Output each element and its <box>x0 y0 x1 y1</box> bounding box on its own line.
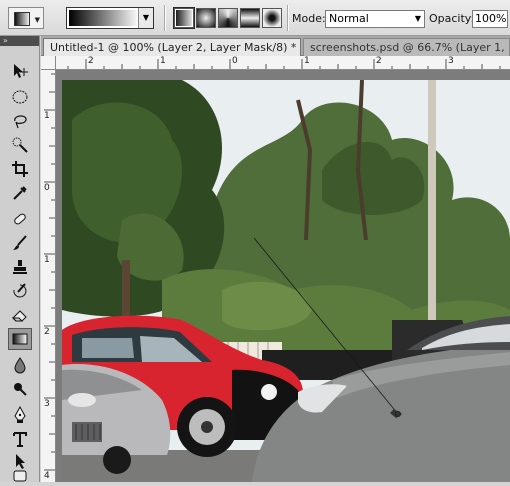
reflected-gradient-button[interactable] <box>240 8 260 28</box>
radial-gradient-button[interactable] <box>196 8 216 28</box>
eyedropper-icon[interactable] <box>8 182 32 204</box>
gradient-picker[interactable]: ▼ <box>66 7 154 29</box>
quick-selection-icon[interactable] <box>8 134 32 156</box>
angle-gradient-button[interactable] <box>218 8 238 28</box>
ruler-vertical[interactable]: 1 0 1 2 3 4 <box>41 70 56 482</box>
ruler-label: 3 <box>448 56 454 66</box>
lasso-icon[interactable] <box>8 110 32 132</box>
separator <box>287 5 289 31</box>
toolbox: » <box>0 36 40 482</box>
blur-icon[interactable] <box>8 354 32 376</box>
toolbox-collapse[interactable]: » <box>0 36 39 46</box>
eraser-icon[interactable] <box>8 304 32 326</box>
ruler-label: 1 <box>304 56 310 66</box>
ruler-label: 0 <box>44 183 50 193</box>
tab-screenshots-psd[interactable]: screenshots.psd @ 66.7% (Layer 1, RGB <box>303 38 510 56</box>
options-bar: ▼ ▼ Mode: Normal ▼ Opacity: 100% <box>0 0 510 36</box>
chevron-down-icon: ▼ <box>34 16 40 24</box>
chevron-down-icon: ▼ <box>414 14 421 23</box>
diamond-gradient-button[interactable] <box>262 8 282 28</box>
ruler-label: 1 <box>44 111 50 121</box>
ruler-label: 1 <box>160 56 166 66</box>
ruler-label: 2 <box>44 327 50 337</box>
mode-select[interactable]: Normal ▼ <box>325 10 425 28</box>
opacity-input[interactable]: 100% <box>472 10 508 28</box>
tab-label: screenshots.psd @ 66.7% (Layer 1, RGB <box>310 41 510 54</box>
chevron-down-icon[interactable]: ▼ <box>138 8 153 28</box>
ruler-label: 0 <box>232 56 238 66</box>
clone-stamp-icon[interactable] <box>8 256 32 278</box>
ruler-label: 4 <box>44 471 50 481</box>
ruler-label: 2 <box>376 56 382 66</box>
tab-label: Untitled-1 @ 100% (Layer 2, Layer Mask/8… <box>50 41 297 54</box>
ruler-label: 3 <box>44 399 50 409</box>
ruler-corner[interactable] <box>41 56 56 70</box>
tab-untitled-1[interactable]: Untitled-1 @ 100% (Layer 2, Layer Mask/8… <box>43 38 301 56</box>
gradient-preview <box>69 10 139 26</box>
canvas-image[interactable] <box>62 80 510 482</box>
rectangle-shape-icon[interactable] <box>8 464 32 486</box>
type-icon[interactable] <box>8 428 32 450</box>
history-brush-icon[interactable] <box>8 280 32 302</box>
move-tool-icon[interactable] <box>8 60 32 82</box>
gradient-tool-icon <box>14 12 30 26</box>
mode-value: Normal <box>329 12 369 25</box>
tool-preset-picker[interactable]: ▼ <box>8 7 44 29</box>
pen-icon[interactable] <box>8 404 32 426</box>
separator <box>164 5 166 31</box>
dodge-icon[interactable] <box>8 378 32 400</box>
linear-gradient-button[interactable] <box>173 7 195 29</box>
document-canvas[interactable] <box>56 70 510 482</box>
gradient-tool-icon[interactable] <box>8 328 32 350</box>
ruler-label: 1 <box>44 255 50 265</box>
ruler-label: 2 <box>88 56 94 66</box>
crop-icon[interactable] <box>8 158 32 180</box>
healing-brush-icon[interactable] <box>8 208 32 230</box>
ruler-horizontal[interactable]: 2 1 0 1 2 3 <box>56 56 510 70</box>
opacity-label: Opacity: <box>429 12 475 25</box>
mode-label: Mode: <box>292 12 326 25</box>
brush-icon[interactable] <box>8 232 32 254</box>
document-tabs: Untitled-1 @ 100% (Layer 2, Layer Mask/8… <box>41 36 510 56</box>
elliptical-marquee-icon[interactable] <box>8 86 32 108</box>
